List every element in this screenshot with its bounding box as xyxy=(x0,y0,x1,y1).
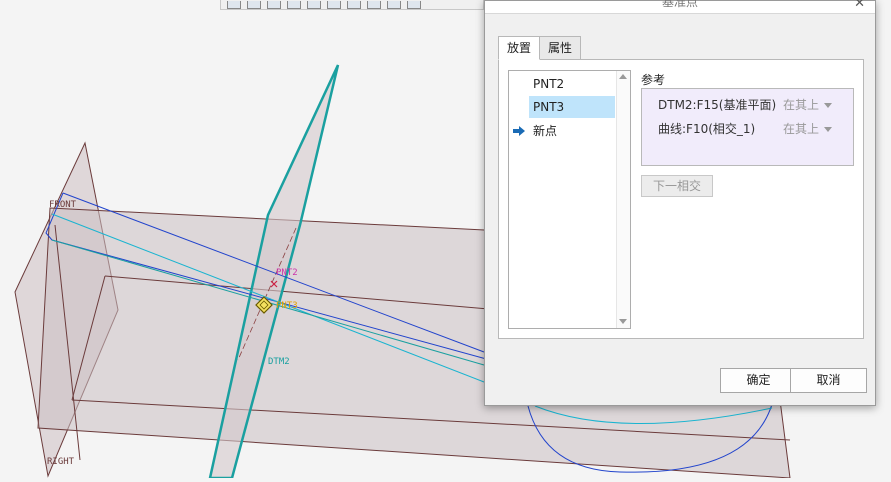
datum-point-dialog: 基准点 ✕ 放置 属性 PNT2 PNT3 新点 参考 DTM2:F15(基准平… xyxy=(484,0,876,406)
right-label[interactable]: RIGHT xyxy=(47,457,75,467)
points-list-scrollbar[interactable] xyxy=(616,71,630,328)
close-icon[interactable]: ✕ xyxy=(854,0,865,11)
chevron-down-icon xyxy=(824,127,833,132)
annotation-icon[interactable] xyxy=(387,1,401,9)
view-toolbar xyxy=(220,0,484,10)
pnt2-label[interactable]: PNT2 xyxy=(276,268,298,278)
references-collector[interactable]: DTM2:F15(基准平面) 在其上 曲线:F10(相交_1) 在其上 xyxy=(641,88,854,166)
next-intersection-button[interactable]: 下一相交 xyxy=(641,175,713,197)
reference-item-dtm2[interactable]: DTM2:F15(基准平面) xyxy=(658,96,776,113)
zoom-window-icon[interactable] xyxy=(227,1,241,9)
arrow-right-icon xyxy=(513,126,525,136)
tab-placement[interactable]: 放置 xyxy=(498,36,541,60)
references-label: 参考 xyxy=(641,73,666,87)
dialog-titlebar[interactable]: 基准点 ✕ xyxy=(485,0,875,14)
front-label[interactable]: FRONT xyxy=(49,200,77,210)
chevron-down-icon xyxy=(824,103,833,108)
scroll-down-icon[interactable] xyxy=(619,319,627,324)
dialog-tabs: 放置 属性 xyxy=(498,36,582,60)
display-style-icon[interactable] xyxy=(307,1,321,9)
scroll-up-icon[interactable] xyxy=(619,74,627,79)
spin-center-icon[interactable] xyxy=(407,1,421,9)
refit-icon[interactable] xyxy=(287,1,301,9)
ok-button[interactable]: 确定 xyxy=(720,368,797,393)
point-item-pnt2[interactable]: PNT2 xyxy=(529,73,615,95)
zoom-out-icon[interactable] xyxy=(267,1,281,9)
dialog-title: 基准点 xyxy=(661,0,698,9)
point-item-pnt3[interactable]: PNT3 xyxy=(529,96,615,118)
dtm2-label[interactable]: DTM2 xyxy=(268,357,290,367)
reference-mode-dropdown-2[interactable]: 在其上 xyxy=(783,120,833,137)
reference-mode-label: 在其上 xyxy=(783,98,820,112)
points-list[interactable]: PNT2 PNT3 新点 xyxy=(508,70,631,329)
reference-mode-dropdown-1[interactable]: 在其上 xyxy=(783,96,833,113)
camera-icon[interactable] xyxy=(367,1,381,9)
cancel-button[interactable]: 取消 xyxy=(790,368,867,393)
reference-mode-label: 在其上 xyxy=(783,122,820,136)
new-point-item[interactable]: 新点 xyxy=(529,120,615,142)
datum-display-icon[interactable] xyxy=(347,1,361,9)
placement-panel: PNT2 PNT3 新点 参考 DTM2:F15(基准平面) 在其上 曲线:F1… xyxy=(498,59,864,339)
reference-item-curve[interactable]: 曲线:F10(相交_1) xyxy=(658,120,755,137)
pnt3-label[interactable]: PNT3 xyxy=(276,301,298,311)
saved-views-icon[interactable] xyxy=(327,1,341,9)
tab-properties[interactable]: 属性 xyxy=(539,36,582,59)
zoom-in-icon[interactable] xyxy=(247,1,261,9)
